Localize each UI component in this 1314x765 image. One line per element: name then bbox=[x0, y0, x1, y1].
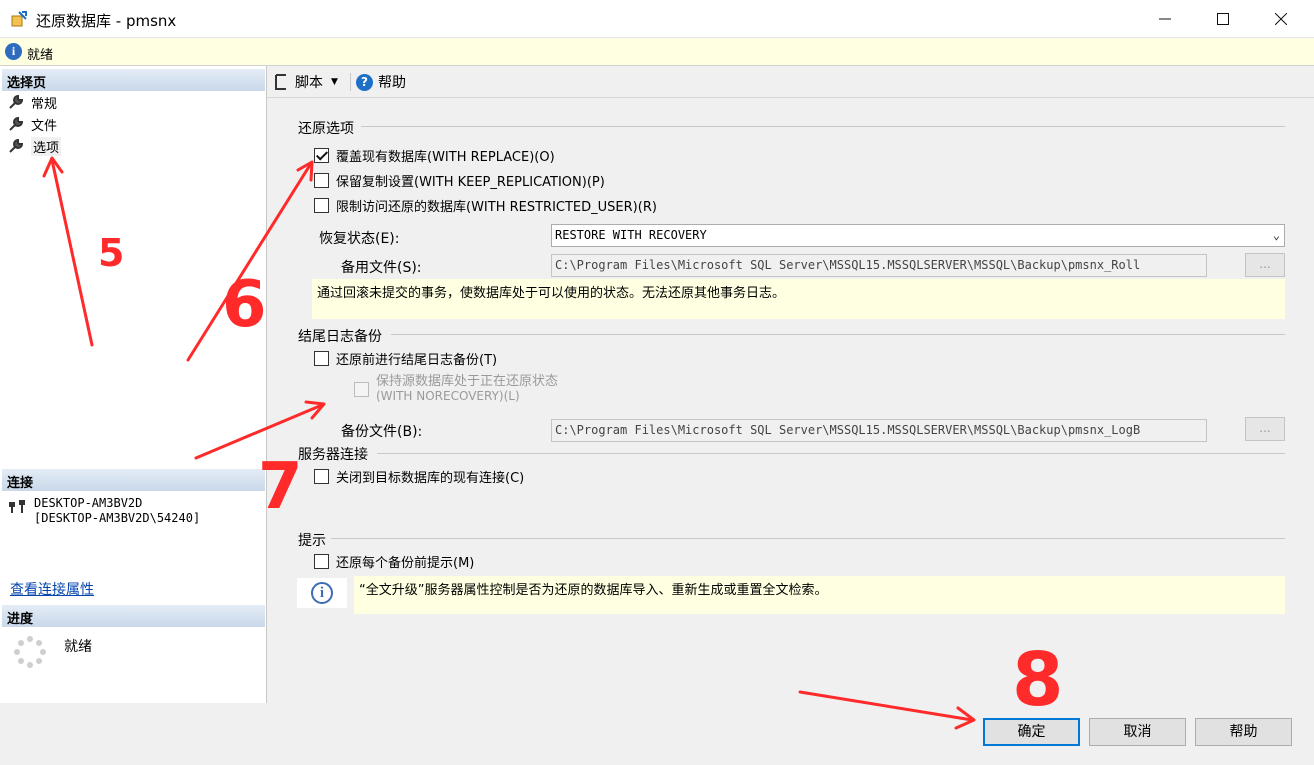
chevron-down-icon: ▼ bbox=[331, 77, 338, 87]
checkbox-box bbox=[314, 148, 329, 163]
standby-file-field[interactable]: C:\Program Files\Microsoft SQL Server\MS… bbox=[551, 254, 1207, 277]
close-button[interactable] bbox=[1258, 0, 1304, 37]
view-connection-properties-link[interactable]: 查看连接属性 bbox=[10, 579, 94, 599]
checkbox-label: 关闭到目标数据库的现有连接(C) bbox=[336, 471, 525, 486]
checkbox-box bbox=[314, 351, 329, 366]
group-divider bbox=[331, 538, 1285, 539]
connection-info: DESKTOP-AM3BV2D [DESKTOP-AM3BV2D\54240] bbox=[34, 496, 200, 526]
window-title: 还原数据库 - pmsnx bbox=[36, 12, 177, 30]
recovery-state-select[interactable]: RESTORE WITH RECOVERY ⌄ bbox=[551, 224, 1285, 247]
backup-file-field[interactable]: C:\Program Files\Microsoft SQL Server\MS… bbox=[551, 419, 1207, 442]
help-icon: ? bbox=[356, 73, 373, 91]
connection-header: 连接 bbox=[2, 469, 265, 491]
cancel-button[interactable]: 取消 bbox=[1089, 718, 1186, 746]
connection-server: DESKTOP-AM3BV2D bbox=[34, 496, 143, 510]
help-label: 帮助 bbox=[378, 75, 406, 91]
connection-user: [DESKTOP-AM3BV2D\54240] bbox=[34, 511, 201, 525]
checkbox-label: 保留复制设置(WITH KEEP_REPLICATION)(P) bbox=[336, 175, 605, 190]
wrench-icon bbox=[9, 138, 24, 153]
group-divider bbox=[377, 453, 1285, 454]
checkbox-box bbox=[314, 554, 329, 569]
leave-restoring-line1: 保持源数据库处于正在还原状态 bbox=[376, 374, 559, 389]
script-button[interactable]: 脚本 ▼ bbox=[273, 72, 338, 92]
checkbox-label: 限制访问还原的数据库(WITH RESTRICTED_USER)(R) bbox=[336, 200, 657, 215]
minimize-button[interactable] bbox=[1142, 0, 1188, 37]
help-button[interactable]: 帮助 bbox=[1195, 718, 1292, 746]
script-label: 脚本 bbox=[295, 75, 323, 91]
recovery-description: 通过回滚未提交的事务，使数据库处于可以使用的状态。无法还原其他事务日志。 bbox=[312, 279, 1285, 319]
checkbox-label: 覆盖现有数据库(WITH REPLACE)(O) bbox=[336, 150, 555, 165]
prompt-before-each-checkbox[interactable]: 还原每个备份前提示(M) bbox=[314, 552, 474, 571]
left-pane: 选择页 常规 文件 选项 连接 DESKTOP-AM3BV2D [DESKTOP… bbox=[0, 66, 267, 703]
chevron-down-icon: ⌄ bbox=[1272, 228, 1280, 242]
title-bar: 还原数据库 - pmsnx bbox=[0, 0, 1314, 38]
checkbox-label: 还原每个备份前提示(M) bbox=[336, 556, 475, 571]
server-connections-group-label: 服务器连接 bbox=[298, 447, 368, 463]
checkbox-box bbox=[314, 469, 329, 484]
page-item-label: 文件 bbox=[31, 118, 58, 134]
progress-spinner-icon bbox=[14, 636, 46, 668]
page-item-files[interactable]: 文件 bbox=[8, 114, 57, 134]
restore-database-icon bbox=[11, 11, 27, 27]
help-toolbar-button[interactable]: ? 帮助 bbox=[356, 72, 406, 92]
backup-file-label: 备份文件(B): bbox=[341, 424, 423, 440]
options-pane: 脚本 ▼ ? 帮助 还原选项 覆盖现有数据库(WITH REPLACE)(O) … bbox=[267, 66, 1314, 703]
checkbox-box bbox=[314, 173, 329, 188]
leave-restoring-checkbox[interactable]: 保持源数据库处于正在还原状态 (WITH NORECOVERY)(L) bbox=[354, 374, 558, 404]
checkbox-box bbox=[314, 198, 329, 213]
overwrite-checkbox[interactable]: 覆盖现有数据库(WITH REPLACE)(O) bbox=[314, 146, 555, 165]
prompt-group-label: 提示 bbox=[298, 533, 326, 549]
close-icon bbox=[1275, 12, 1287, 25]
standby-file-label: 备用文件(S): bbox=[341, 260, 422, 276]
backup-browse-button[interactable]: ... bbox=[1245, 417, 1285, 441]
connection-icon bbox=[9, 500, 25, 513]
page-item-options[interactable]: 选项 bbox=[8, 136, 62, 156]
leave-restoring-line2: (WITH NORECOVERY)(L) bbox=[376, 389, 520, 403]
toolbar: 脚本 ▼ ? 帮助 bbox=[267, 66, 1314, 98]
page-item-general[interactable]: 常规 bbox=[8, 92, 57, 112]
script-icon bbox=[275, 74, 286, 90]
select-page-header: 选择页 bbox=[2, 69, 265, 91]
standby-browse-button[interactable]: ... bbox=[1245, 253, 1285, 277]
progress-text: 就绪 bbox=[64, 639, 92, 655]
group-divider bbox=[391, 334, 1285, 335]
checkbox-label: 还原前进行结尾日志备份(T) bbox=[336, 353, 498, 368]
page-item-label: 常规 bbox=[31, 96, 58, 112]
recovery-state-label: 恢复状态(E): bbox=[319, 231, 400, 247]
maximize-button[interactable] bbox=[1200, 0, 1246, 37]
progress-header: 进度 bbox=[2, 605, 265, 627]
toolbar-divider bbox=[350, 73, 351, 91]
tail-log-checkbox[interactable]: 还原前进行结尾日志备份(T) bbox=[314, 349, 497, 368]
close-connections-checkbox[interactable]: 关闭到目标数据库的现有连接(C) bbox=[314, 467, 524, 486]
restricted-user-checkbox[interactable]: 限制访问还原的数据库(WITH RESTRICTED_USER)(R) bbox=[314, 196, 657, 215]
ok-button[interactable]: 确定 bbox=[983, 718, 1080, 746]
minimize-icon bbox=[1159, 18, 1171, 19]
wrench-icon bbox=[9, 116, 24, 131]
tail-log-group-label: 结尾日志备份 bbox=[298, 329, 382, 345]
leave-restoring-label: 保持源数据库处于正在还原状态 (WITH NORECOVERY)(L) bbox=[376, 374, 558, 404]
keep-replication-checkbox[interactable]: 保留复制设置(WITH KEEP_REPLICATION)(P) bbox=[314, 171, 605, 190]
fulltext-info-text: “全文升级”服务器属性控制是否为还原的数据库导入、重新生成或重置全文检索。 bbox=[354, 576, 1285, 614]
maximize-icon bbox=[1217, 12, 1229, 25]
status-text: 就绪 bbox=[27, 48, 54, 63]
recovery-state-value: RESTORE WITH RECOVERY bbox=[555, 228, 707, 242]
info-icon: i bbox=[311, 582, 333, 604]
status-bar: i 就绪 bbox=[0, 38, 1314, 66]
info-icon-box: i bbox=[297, 578, 347, 608]
wrench-icon bbox=[9, 94, 24, 109]
page-item-label: 选项 bbox=[31, 136, 62, 156]
restore-options-group-label: 还原选项 bbox=[298, 121, 354, 137]
group-divider bbox=[361, 126, 1285, 127]
checkbox-box bbox=[354, 382, 369, 397]
info-icon: i bbox=[5, 43, 22, 60]
